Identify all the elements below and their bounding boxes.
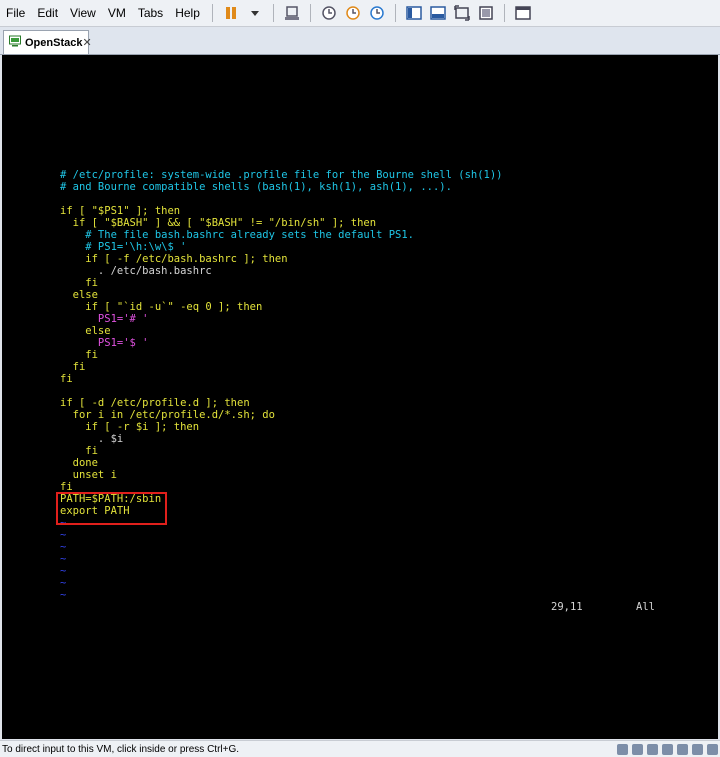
menu-bar: File Edit View VM Tabs Help (0, 0, 720, 27)
toolbar-separator (309, 4, 311, 22)
terminal-line: if [ "`id -u`" -eq 0 ]; then (60, 301, 263, 313)
chevron-down-icon[interactable] (245, 3, 265, 23)
terminal-line: . $i (60, 433, 124, 445)
terminal-line: unset i (60, 469, 117, 481)
terminal-line: fi (60, 445, 98, 457)
terminal-line: if [ -r $i ]; then (60, 421, 200, 433)
terminal-line: else (60, 325, 111, 337)
terminal-line: fi (60, 277, 98, 289)
unity-view-icon[interactable] (476, 3, 496, 23)
device-icons (613, 743, 718, 755)
menu-tabs[interactable]: Tabs (132, 6, 169, 20)
menu-help[interactable]: Help (169, 6, 206, 20)
toolbar-separator (272, 4, 274, 22)
toolbar-separator (503, 4, 505, 22)
pause-icon[interactable] (221, 3, 241, 23)
terminal-line: ~ (60, 565, 67, 577)
status-message: To direct input to this VM, click inside… (2, 743, 240, 755)
menu-vm[interactable]: VM (102, 6, 132, 20)
terminal-line: ~ (60, 541, 67, 553)
terminal-line: fi (60, 373, 73, 385)
terminal-line: else (60, 289, 98, 301)
terminal-line: . /etc/bash.bashrc (60, 265, 212, 277)
terminal-line: ~ (60, 589, 67, 601)
terminal-text: # /etc/profile: system-wide .profile fil… (2, 55, 503, 601)
fullscreen-icon[interactable] (452, 3, 472, 23)
tab-openstack[interactable]: OpenStack ✕ (3, 30, 92, 54)
terminal-line: fi (60, 361, 86, 373)
printer-icon[interactable] (692, 743, 703, 755)
terminal-line: # PS1='\h:\w\$ ' (60, 241, 187, 253)
hard-disk-icon[interactable] (617, 743, 628, 755)
sound-icon[interactable] (677, 743, 688, 755)
terminal-line: ~ (60, 577, 67, 589)
terminal-line: PS1='# ' (60, 313, 149, 325)
cd-drive-icon[interactable] (632, 743, 643, 755)
cursor-position: 29,11 (551, 601, 583, 613)
close-icon[interactable]: ✕ (82, 36, 91, 49)
terminal-line: # /etc/profile: system-wide .profile fil… (60, 169, 503, 181)
terminal-line: ~ (60, 529, 67, 541)
revert-snapshot-icon[interactable] (343, 3, 363, 23)
vm-icon (9, 35, 21, 50)
vm-console[interactable]: # /etc/profile: system-wide .profile fil… (2, 55, 718, 739)
terminal-line: # and Bourne compatible shells (bash(1),… (60, 181, 452, 193)
terminal-line: PS1='$ ' (60, 337, 149, 349)
scroll-position: All (636, 601, 655, 613)
usb-icon[interactable] (662, 743, 673, 755)
quick-switch-icon[interactable] (513, 3, 533, 23)
terminal-line: if [ "$BASH" ] && [ "$BASH" != "/bin/sh"… (60, 217, 377, 229)
snapshot-manager-icon[interactable] (367, 3, 387, 23)
console-view-icon[interactable] (428, 3, 448, 23)
display-icon[interactable] (707, 743, 718, 755)
terminal-line: if [ -d /etc/profile.d ]; then (60, 397, 250, 409)
network-adapter-icon[interactable] (647, 743, 658, 755)
tab-label: OpenStack (25, 36, 83, 49)
send-ctrl-alt-del-icon[interactable] (282, 3, 302, 23)
terminal-line: for i in /etc/profile.d/*.sh; do (60, 409, 275, 421)
menu-edit[interactable]: Edit (31, 6, 64, 20)
status-bar: To direct input to this VM, click inside… (0, 740, 720, 757)
toolbar-separator (211, 4, 213, 22)
terminal-line: fi (60, 349, 98, 361)
sidebar-view-icon[interactable] (404, 3, 424, 23)
terminal-line: # The file bash.bashrc already sets the … (60, 229, 415, 241)
terminal-line: if [ "$PS1" ]; then (60, 205, 181, 217)
menu-file[interactable]: File (0, 6, 31, 20)
snapshot-icon[interactable] (319, 3, 339, 23)
toolbar-separator (394, 4, 396, 22)
terminal-line: ~ (60, 553, 67, 565)
terminal-line: done (60, 457, 98, 469)
highlight-box (56, 492, 167, 525)
terminal-line: if [ -f /etc/bash.bashrc ]; then (60, 253, 288, 265)
menu-view[interactable]: View (64, 6, 102, 20)
tab-bar: OpenStack ✕ (0, 27, 720, 55)
